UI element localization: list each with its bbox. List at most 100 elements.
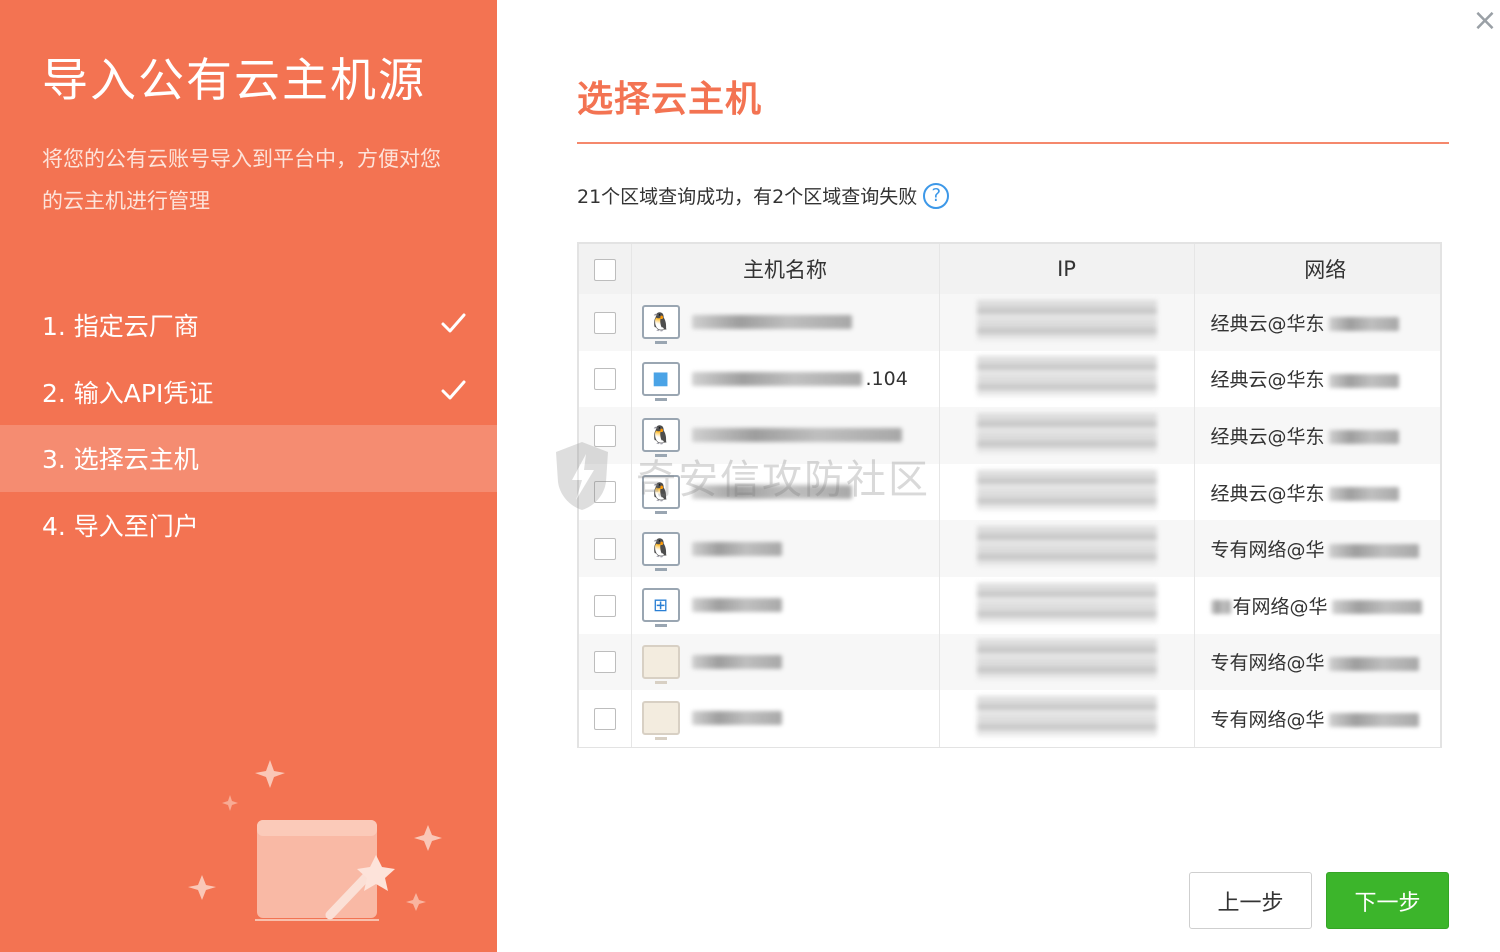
network-cell: 专有网络@华 xyxy=(1194,690,1440,747)
network-cell: 经典云@华东 xyxy=(1194,294,1440,351)
row-checkbox[interactable] xyxy=(593,424,616,447)
network-cell: 经典云@华东 xyxy=(1194,464,1440,521)
row-checkbox[interactable] xyxy=(593,481,616,504)
redacted-ip xyxy=(976,582,1157,623)
row-checkbox-cell xyxy=(579,407,632,464)
row-checkbox-cell xyxy=(579,294,632,351)
network-text: 经典云@华东 xyxy=(1210,369,1325,392)
import-cloud-host-dialog: 导入公有云主机源 将您的公有云账号导入到平台中，方便对您的云主机进行管理 1. … xyxy=(0,0,1500,952)
host-name-cell xyxy=(631,690,940,747)
redacted-ip xyxy=(976,526,1157,567)
image-icon xyxy=(641,701,680,741)
row-checkbox[interactable] xyxy=(593,707,616,730)
row-checkbox[interactable] xyxy=(593,537,616,560)
host-name-suffix: .104 xyxy=(865,367,908,390)
row-checkbox[interactable] xyxy=(593,311,616,334)
redacted-network xyxy=(1328,317,1399,332)
status-text: 21个区域查询成功，有2个区域查询失败 xyxy=(577,186,918,208)
host-name-cell: 🐧 xyxy=(631,520,940,577)
ip-cell xyxy=(939,633,1195,691)
host-name-cell: 🐧 xyxy=(631,294,940,351)
row-checkbox[interactable] xyxy=(593,594,616,617)
magic-wand-illustration xyxy=(188,760,442,921)
wizard-title: 导入公有云主机源 xyxy=(42,53,426,107)
redacted-network xyxy=(1331,600,1422,615)
network-text: 专有网络@华 xyxy=(1210,708,1325,731)
main-content: × 选择云主机 21个区域查询成功，有2个区域查询失败 ? 主机名称 IP 网络 xyxy=(497,0,1500,952)
redacted-host-name xyxy=(691,315,852,330)
redacted-network xyxy=(1328,373,1399,388)
step-specify-vendor[interactable]: 1. 指定云厂商 xyxy=(0,292,497,359)
table-header-row: 主机名称 IP 网络 xyxy=(579,244,1440,294)
redacted-network xyxy=(1328,487,1399,502)
redacted-ip xyxy=(976,639,1157,680)
redacted-network xyxy=(1328,543,1419,558)
column-header-ip: IP xyxy=(939,244,1195,294)
step-label: 2. 输入API凭证 xyxy=(42,378,214,408)
row-checkbox-cell xyxy=(579,350,632,408)
host-name-cell xyxy=(631,633,940,691)
ip-cell xyxy=(939,463,1195,521)
row-checkbox-cell xyxy=(579,520,632,577)
redacted-host-name xyxy=(691,654,782,669)
network-cell: 经典云@华东 xyxy=(1194,407,1440,464)
redacted-host-name xyxy=(691,371,862,386)
redacted-network-prefix xyxy=(1210,600,1231,615)
row-checkbox-cell xyxy=(579,690,632,747)
row-checkbox-cell xyxy=(579,576,632,634)
network-text: 经典云@华东 xyxy=(1210,312,1325,335)
table-row[interactable]: 🐧 经典云@华东 xyxy=(579,294,1440,351)
table-row[interactable]: 🐧 专有网络@华 xyxy=(579,520,1440,577)
ip-cell xyxy=(939,690,1195,747)
host-name-cell: ⊞ xyxy=(631,576,940,634)
table-row[interactable]: 🐧 经典云@华东 xyxy=(579,407,1440,464)
host-name-cell: 🐧 xyxy=(631,463,940,521)
redacted-ip xyxy=(976,412,1157,453)
row-checkbox[interactable] xyxy=(593,651,616,674)
next-step-button[interactable]: 下一步 xyxy=(1326,872,1449,929)
row-checkbox-cell xyxy=(579,463,632,521)
network-text: 经典云@华东 xyxy=(1210,425,1325,448)
close-icon[interactable]: × xyxy=(1470,6,1500,36)
ip-cell xyxy=(939,520,1195,577)
step-label: 3. 选择云主机 xyxy=(42,445,199,475)
row-checkbox[interactable] xyxy=(593,368,616,391)
select-all-cell xyxy=(579,244,632,294)
ip-cell xyxy=(939,294,1195,351)
ip-cell xyxy=(939,576,1195,634)
step-import-portal[interactable]: 4. 导入至门户 xyxy=(0,492,497,559)
step-api-credentials[interactable]: 2. 输入API凭证 xyxy=(0,359,497,426)
step-label: 1. 指定云厂商 xyxy=(42,312,199,342)
redacted-network xyxy=(1328,713,1419,728)
check-icon xyxy=(441,380,466,399)
network-text: 专有网络@华 xyxy=(1210,539,1325,562)
select-all-checkbox[interactable] xyxy=(593,259,616,281)
column-header-network: 网络 xyxy=(1304,258,1347,282)
image-icon xyxy=(641,644,680,684)
help-icon[interactable]: ? xyxy=(923,182,950,209)
network-text: 经典云@华东 xyxy=(1210,482,1325,505)
linux-icon: 🐧 xyxy=(641,305,680,345)
redacted-network xyxy=(1328,656,1419,671)
host-name-cell: ■ .104 xyxy=(631,350,940,408)
linux-icon: 🐧 xyxy=(641,531,680,571)
table-row[interactable]: 专有网络@华 xyxy=(579,633,1440,691)
row-checkbox-cell xyxy=(579,633,632,691)
linux-icon: 🐧 xyxy=(641,475,680,515)
table-row[interactable]: ■ .104 经典云@华东 xyxy=(579,350,1440,408)
windows-icon: ■ xyxy=(641,361,680,401)
table-row[interactable]: 🐧 经典云@华东 xyxy=(579,463,1440,521)
step-select-hosts[interactable]: 3. 选择云主机 xyxy=(0,425,497,492)
column-header-name: 主机名称 xyxy=(631,244,940,294)
previous-step-button[interactable]: 上一步 xyxy=(1189,872,1312,929)
windows-icon: ⊞ xyxy=(641,588,680,628)
step-label: 4. 导入至门户 xyxy=(42,511,199,541)
redacted-ip xyxy=(976,695,1157,736)
redacted-ip xyxy=(976,469,1157,510)
table-row[interactable]: 专有网络@华 xyxy=(579,690,1440,747)
redacted-host-name xyxy=(691,711,782,726)
table-row[interactable]: ⊞ 有网络@华 xyxy=(579,576,1440,634)
redacted-host-name xyxy=(691,541,782,556)
network-cell: 经典云@华东 xyxy=(1194,351,1440,408)
redacted-network xyxy=(1328,430,1399,445)
